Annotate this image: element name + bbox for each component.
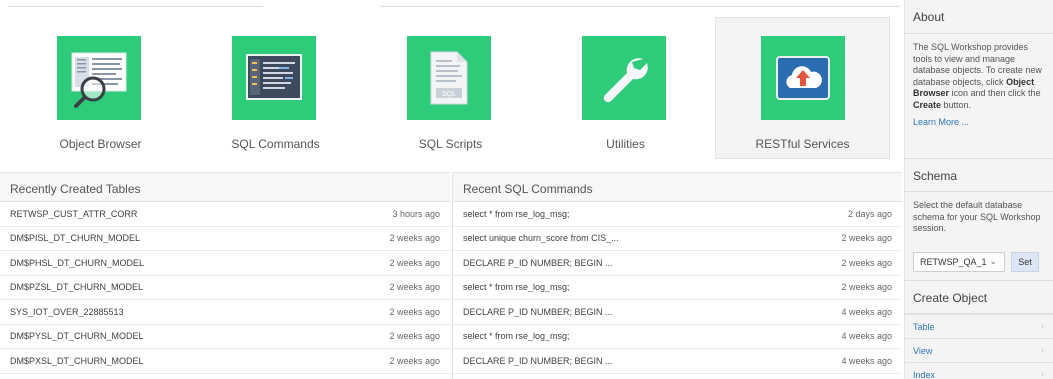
about-bold-create: Create: [913, 99, 942, 110]
row-name-link[interactable]: DECLARE P_ID NUMBER; BEGIN ...: [463, 356, 841, 366]
row-name-link[interactable]: DM$PZSL_DT_CHURN_MODEL: [10, 282, 389, 292]
sql-scripts-icon: SQL: [407, 36, 491, 120]
tile-label: SQL Scripts: [418, 137, 483, 151]
row-timestamp: 4 weeks ago: [841, 331, 892, 342]
table-row[interactable]: DM$PHSL_DT_CHURN_MODEL 2 weeks ago: [0, 251, 450, 276]
about-text: The SQL Workshop provides tools to view …: [905, 34, 1053, 111]
tile-sql-commands[interactable]: SQL Commands: [188, 17, 363, 159]
right-sidebar: About The SQL Workshop provides tools to…: [904, 0, 1053, 379]
svg-text:SQL: SQL: [442, 91, 456, 98]
table-row[interactable]: DM$PXSL_DT_CHURN_MODEL 2 weeks ago: [0, 349, 450, 374]
row-timestamp: 4 weeks ago: [841, 355, 892, 366]
table-row[interactable]: select * from rse_log_msg; 4 weeks ago: [453, 325, 902, 349]
table-row[interactable]: SYS_IOT_OVER_22885513 2 weeks ago: [0, 300, 450, 325]
cloud-upload-icon: [761, 36, 845, 120]
chevron-right-icon: ›: [1040, 321, 1044, 332]
schema-heading: Schema: [905, 158, 1053, 192]
row-timestamp: 2 weeks ago: [389, 355, 440, 366]
row-timestamp: 2 weeks ago: [389, 257, 440, 268]
row-timestamp: 4 weeks ago: [841, 306, 892, 317]
create-object-index[interactable]: Index ›: [905, 362, 1053, 379]
table-row[interactable]: RETWSP_CUST_ATTR_CORR 3 hours ago: [0, 202, 450, 227]
row-name-link[interactable]: DM$PHSL_DT_CHURN_MODEL: [10, 258, 389, 268]
wrench-icon: [582, 36, 666, 120]
row-name-link[interactable]: select * from rse_log_msg;: [463, 209, 848, 219]
panel-title: Recent SQL Commands: [453, 172, 902, 202]
create-object-table[interactable]: Table ›: [905, 314, 1053, 338]
table-row[interactable]: DM$PYSL_DT_CHURN_MODEL 2 weeks ago: [0, 325, 450, 349]
learn-more-link[interactable]: Learn More ...: [905, 111, 1053, 133]
tile-label: Object Browser: [59, 137, 142, 151]
row-name-link[interactable]: DM$PISL_DT_CHURN_MODEL: [10, 233, 389, 243]
about-text-part: icon and then click the: [949, 88, 1041, 98]
row-timestamp: 2 weeks ago: [841, 257, 892, 268]
recent-tables-panel: Recently Created Tables RETWSP_CUST_ATTR…: [0, 172, 450, 379]
row-timestamp: 2 days ago: [847, 208, 892, 219]
set-schema-button[interactable]: Set: [1011, 252, 1039, 272]
tile-sql-scripts[interactable]: SQL SQL Scripts: [363, 17, 538, 159]
create-object-label: View: [913, 346, 933, 356]
row-name-link[interactable]: select * from rse_log_msg;: [463, 282, 841, 292]
about-text-part: button.: [941, 99, 972, 110]
row-name-link[interactable]: RETWSP_CUST_ATTR_CORR: [10, 209, 392, 219]
create-object-label: Table: [913, 322, 935, 332]
recent-commands-panel: Recent SQL Commands select * from rse_lo…: [452, 172, 902, 379]
panel-title: Recently Created Tables: [0, 172, 450, 202]
recent-tables-list: RETWSP_CUST_ATTR_CORR 3 hours ago DM$PISL_…: [0, 202, 450, 374]
row-timestamp: 2 weeks ago: [389, 331, 440, 342]
row-timestamp: 2 weeks ago: [389, 306, 440, 317]
schema-text: Select the default database schema for y…: [913, 200, 1041, 233]
tile-object-browser[interactable]: Object Browser: [13, 17, 188, 159]
row-name-link[interactable]: SYS_IOT_OVER_22885513: [10, 307, 389, 317]
row-timestamp: 2 weeks ago: [841, 282, 892, 293]
create-object-label: Index: [913, 370, 936, 379]
tile-utilities[interactable]: Utilities: [538, 17, 713, 159]
table-row[interactable]: DECLARE P_ID NUMBER; BEGIN ... 4 weeks ag…: [453, 349, 902, 374]
object-browser-icon: [57, 36, 141, 120]
table-row[interactable]: DM$PISL_DT_CHURN_MODEL 2 weeks ago: [0, 227, 450, 251]
row-timestamp: 2 weeks ago: [389, 282, 440, 293]
chevron-right-icon: ›: [1040, 369, 1044, 379]
sql-commands-icon: [232, 36, 316, 120]
row-timestamp: 3 hours ago: [392, 208, 440, 219]
sql-workshop-page: Object Browser SQL Commands SQL SQL Scri…: [0, 0, 1053, 379]
table-row[interactable]: DECLARE P_ID NUMBER; BEGIN ... 4 weeks ag…: [453, 300, 902, 325]
table-row[interactable]: select * from rse_log_msg; 2 weeks ago: [453, 276, 902, 300]
chevron-right-icon: ›: [1040, 345, 1044, 356]
tile-restful-services[interactable]: RESTful Services: [715, 17, 890, 159]
schema-select[interactable]: RETWSP_QA_1 ⌄: [913, 252, 1005, 272]
row-name-link[interactable]: select unique churn_score from CIS_...: [463, 233, 841, 243]
tile-label: RESTful Services: [755, 137, 850, 151]
row-name-link[interactable]: DM$PYSL_DT_CHURN_MODEL: [10, 331, 389, 341]
tile-label: SQL Commands: [231, 137, 320, 151]
recent-commands-list: select * from rse_log_msg; 2 days ago sele…: [453, 202, 902, 374]
table-row[interactable]: select unique churn_score from CIS_... 2 …: [453, 227, 902, 251]
row-name-link[interactable]: select * from rse_log_msg;: [463, 331, 841, 341]
table-row[interactable]: DECLARE P_ID NUMBER; BEGIN ... 2 weeks ag…: [453, 251, 902, 276]
tile-label: Utilities: [606, 137, 645, 151]
about-heading: About: [905, 0, 1053, 34]
table-row[interactable]: DM$PZSL_DT_CHURN_MODEL 2 weeks ago: [0, 276, 450, 300]
row-name-link[interactable]: DM$PXSL_DT_CHURN_MODEL: [10, 356, 389, 366]
row-name-link[interactable]: DECLARE P_ID NUMBER; BEGIN ...: [463, 307, 841, 317]
create-object-view[interactable]: View ›: [905, 338, 1053, 362]
schema-select-value: RETWSP_QA_1: [920, 257, 987, 267]
table-row[interactable]: select * from rse_log_msg; 2 days ago: [453, 202, 902, 227]
tools-tiles: Object Browser SQL Commands SQL SQL Scri…: [0, 0, 903, 170]
row-timestamp: 2 weeks ago: [841, 233, 892, 244]
chevron-down-icon: ⌄: [989, 256, 997, 266]
row-timestamp: 2 weeks ago: [389, 233, 440, 244]
row-name-link[interactable]: DECLARE P_ID NUMBER; BEGIN ...: [463, 258, 841, 268]
create-object-heading: Create Object: [905, 280, 1053, 314]
